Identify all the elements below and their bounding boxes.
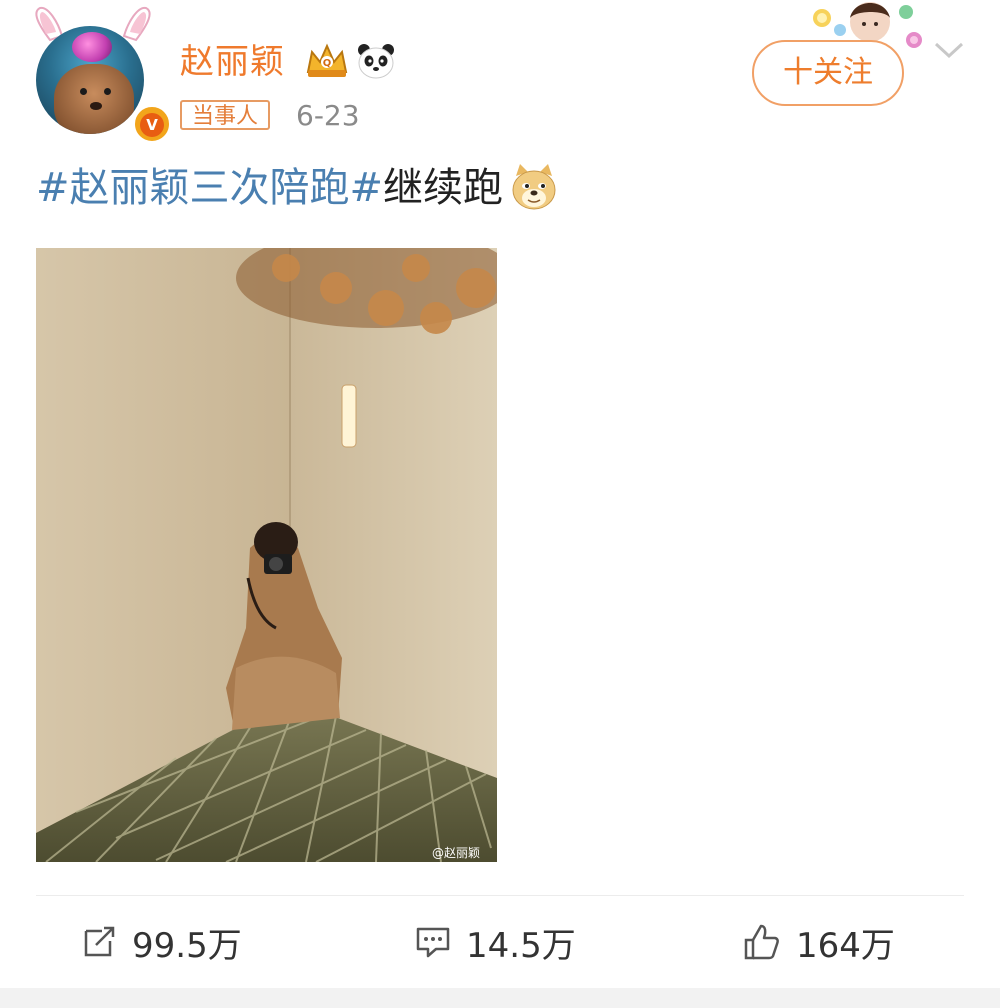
hashtag-link[interactable]: #赵丽颖三次陪跑#	[36, 165, 383, 211]
repost-icon	[84, 926, 115, 957]
chevron-down-icon[interactable]	[932, 34, 966, 64]
post-text: #赵丽颖三次陪跑#继续跑	[36, 160, 503, 216]
author-tag-badge: 当事人	[180, 100, 271, 130]
repost-count: 99.5万	[132, 925, 242, 966]
follow-button[interactable]: 十关注	[752, 40, 904, 106]
crown-icon: Q	[306, 43, 348, 77]
post-image[interactable]	[36, 248, 497, 862]
comment-icon	[416, 927, 450, 958]
thumbs-up-icon	[744, 924, 779, 960]
photo-scene	[36, 248, 497, 862]
author-name[interactable]: 赵丽颖	[180, 42, 285, 82]
image-watermark: @赵丽颖	[432, 846, 481, 860]
post-text-tail: 继续跑	[383, 165, 504, 211]
doge-emoji-icon	[512, 164, 556, 210]
author-avatar-area[interactable]: V	[28, 4, 172, 144]
like-count: 164万	[796, 925, 895, 966]
like-button[interactable]: 164万	[742, 920, 895, 966]
divider	[36, 895, 964, 896]
panda-icon	[358, 44, 394, 79]
bottom-separator	[0, 988, 1000, 1008]
comment-count: 14.5万	[466, 925, 576, 966]
comment-button[interactable]: 14.5万	[414, 920, 576, 966]
post-date: 6-23	[296, 99, 360, 132]
verified-v-icon: V	[132, 104, 172, 144]
svg-text:Q: Q	[323, 58, 332, 69]
repost-button[interactable]: 99.5万	[80, 920, 242, 966]
avatar[interactable]	[36, 26, 144, 134]
